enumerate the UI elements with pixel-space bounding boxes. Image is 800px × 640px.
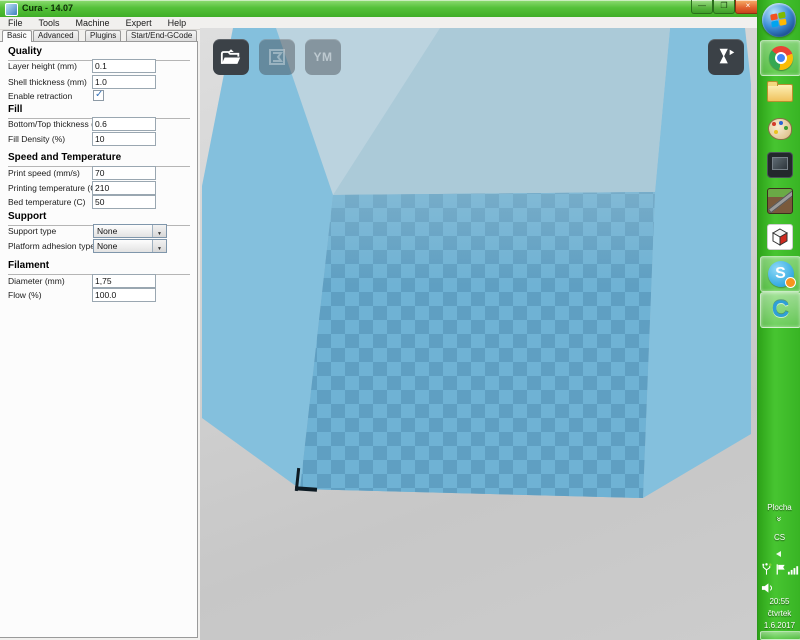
show-hidden-icons-arrow[interactable] — [776, 551, 781, 557]
skype-icon: S — [768, 261, 794, 287]
field-label: Platform adhesion type — [8, 241, 95, 251]
3d-viewport[interactable]: YM — [200, 28, 757, 640]
filament-diameter-input[interactable] — [92, 274, 156, 288]
cura-icon: C — [772, 298, 789, 322]
view-mode-icon — [715, 46, 737, 68]
action-center-flag-icon[interactable] — [774, 562, 787, 576]
fill-density-input[interactable] — [92, 132, 156, 146]
minimize-button[interactable]: — — [691, 0, 713, 14]
start-button[interactable] — [762, 3, 796, 37]
menu-tools[interactable]: Tools — [31, 17, 68, 29]
cura-window: Cura - 14.07 — ❐ × File Tools Machine Ex… — [0, 0, 757, 640]
clock-day: čtvrtek — [758, 609, 800, 618]
show-desktop-button[interactable] — [760, 631, 800, 640]
menu-file[interactable]: File — [0, 17, 31, 29]
menu-expert[interactable]: Expert — [118, 17, 160, 29]
tab-basic[interactable]: Basic — [2, 30, 32, 42]
section-title-speed-temperature: Speed and Temperature — [8, 152, 190, 167]
platform-adhesion-value: None — [97, 241, 117, 251]
windows-taskbar: S C Plocha » CS — [757, 0, 800, 640]
support-type-dropdown[interactable]: None — [93, 224, 167, 238]
print-speed-input[interactable] — [92, 166, 156, 180]
field-label: Shell thickness (mm) — [8, 77, 87, 87]
field-label: Enable retraction — [8, 91, 72, 101]
volume-icon[interactable] — [761, 581, 774, 595]
support-type-value: None — [97, 226, 117, 236]
field-label: Diameter (mm) — [8, 276, 65, 286]
skype-notification-badge — [785, 277, 796, 288]
skype-letter: S — [775, 266, 786, 282]
layer-height-input[interactable] — [92, 59, 156, 73]
youmagine-share-button: YM — [305, 39, 341, 75]
desktop-toolbar-label[interactable]: Plocha — [758, 503, 800, 512]
settings-panel: Quality Layer height (mm) Shell thicknes… — [0, 41, 198, 638]
field-label: Layer height (mm) — [8, 61, 77, 71]
taskbar-item-cura[interactable]: C — [760, 292, 800, 328]
maximize-button[interactable]: ❐ — [713, 0, 735, 14]
paint-palette-icon — [768, 118, 792, 140]
taskbar-item-skype[interactable]: S — [760, 256, 800, 292]
chrome-icon — [769, 46, 793, 70]
origin-marker — [295, 486, 317, 492]
taskbar-item-paint[interactable] — [760, 112, 799, 146]
clock-time: 20:55 — [758, 597, 800, 606]
field-label: Support type — [8, 226, 56, 236]
window-title: Cura - 14.07 — [22, 0, 73, 17]
capture-tool-icon — [767, 152, 793, 178]
screen: Cura - 14.07 — ❐ × File Tools Machine Ex… — [0, 0, 800, 640]
explorer-folder-icon — [767, 84, 793, 102]
load-model-button[interactable] — [213, 39, 249, 75]
taskbar-item-chrome[interactable] — [760, 40, 800, 76]
enable-retraction-checkbox[interactable] — [93, 90, 104, 101]
taskbar-item-minecraft[interactable] — [760, 184, 799, 218]
menu-help[interactable]: Help — [160, 17, 195, 29]
tab-advanced[interactable]: Advanced — [33, 30, 79, 41]
usb-safely-remove-icon[interactable] — [760, 562, 773, 576]
clock-date: 1.6.2017 — [758, 621, 800, 630]
tab-plugins[interactable]: Plugins — [85, 30, 121, 41]
dropdown-arrow-icon[interactable] — [152, 225, 166, 237]
language-indicator[interactable]: CS — [758, 533, 800, 542]
taskbar-item-capture-tool[interactable] — [760, 148, 799, 182]
shell-thickness-input[interactable] — [92, 75, 156, 89]
save-toolpath-button — [259, 39, 295, 75]
windows-logo-icon — [770, 11, 788, 28]
network-signal-icon[interactable] — [787, 562, 800, 576]
platform-adhesion-dropdown[interactable]: None — [93, 239, 167, 253]
app-icon — [5, 3, 18, 16]
3d-cube-icon — [767, 224, 793, 250]
toolpath-icon — [267, 47, 287, 67]
taskbar-item-explorer[interactable] — [760, 76, 799, 110]
tab-row: Basic Advanced Plugins Start/End-GCode — [0, 30, 200, 41]
section-title-filament: Filament — [8, 260, 190, 275]
bottom-top-thickness-input[interactable] — [92, 117, 156, 131]
open-folder-icon — [220, 48, 242, 67]
dropdown-arrow-icon[interactable] — [152, 240, 166, 252]
toolbar-chevron-icon[interactable]: » — [758, 514, 800, 524]
field-label: Print speed (mm/s) — [8, 168, 80, 178]
bed-temperature-input[interactable] — [92, 195, 156, 209]
printing-temperature-input[interactable] — [92, 181, 156, 195]
youmagine-label: YM — [314, 50, 333, 64]
field-label: Printing temperature (C) — [8, 183, 99, 193]
menu-machine[interactable]: Machine — [68, 17, 118, 29]
field-label: Fill Density (%) — [8, 134, 65, 144]
filament-flow-input[interactable] — [92, 288, 156, 302]
field-label: Bed temperature (C) — [8, 197, 85, 207]
taskbar-item-model-viewer[interactable] — [760, 220, 799, 254]
field-label: Flow (%) — [8, 290, 42, 300]
tab-start-end-gcode[interactable]: Start/End-GCode — [126, 30, 197, 41]
title-bar[interactable]: Cura - 14.07 — ❐ × — [0, 0, 757, 17]
view-mode-button[interactable] — [708, 39, 744, 75]
minecraft-icon — [767, 188, 793, 214]
